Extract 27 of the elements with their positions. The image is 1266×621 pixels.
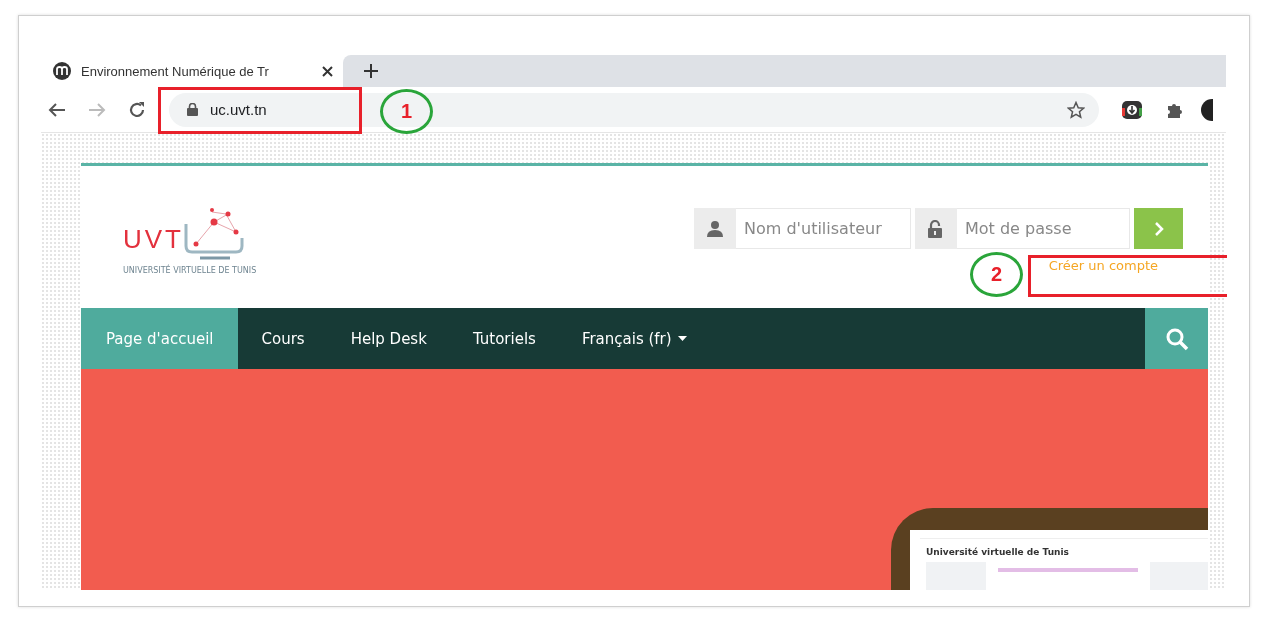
search-icon <box>1164 326 1189 351</box>
nav-link[interactable]: Help Desk <box>327 308 450 369</box>
language-menu[interactable]: Français (fr) <box>558 308 710 369</box>
preview-title: Université virtuelle de Tunis <box>926 547 1070 557</box>
search-button[interactable] <box>1145 308 1208 369</box>
close-icon[interactable] <box>322 65 333 77</box>
caret-icon <box>677 336 687 341</box>
nav-link[interactable]: Tutoriels <box>449 308 559 369</box>
nav-link[interactable]: Cours <box>238 308 328 369</box>
unlocked-padlock-icon <box>928 219 944 238</box>
chevron-right-icon <box>1153 221 1164 236</box>
lock-icon <box>187 103 198 116</box>
logo[interactable]: UVT UNIVERSITÉ VIRTUELLE DE TUNIS <box>123 204 257 275</box>
step-number: 2 <box>970 252 1023 297</box>
step-number: 1 <box>380 89 433 134</box>
reload-icon[interactable] <box>128 100 146 119</box>
password-field[interactable]: Mot de passe <box>957 208 1130 249</box>
username-field[interactable]: Nom d'utilisateur <box>736 208 911 249</box>
tab-title: Environnement Numérique de Tr <box>81 63 270 79</box>
site-favicon <box>53 62 71 80</box>
profile-avatar[interactable] <box>1201 98 1213 121</box>
user-icon <box>707 220 723 237</box>
extension-icon[interactable] <box>1121 99 1143 120</box>
star-icon[interactable] <box>1067 100 1085 119</box>
url-text: uc.uvt.tn <box>210 101 267 118</box>
plus-icon <box>363 63 379 79</box>
back-icon[interactable] <box>48 101 66 118</box>
